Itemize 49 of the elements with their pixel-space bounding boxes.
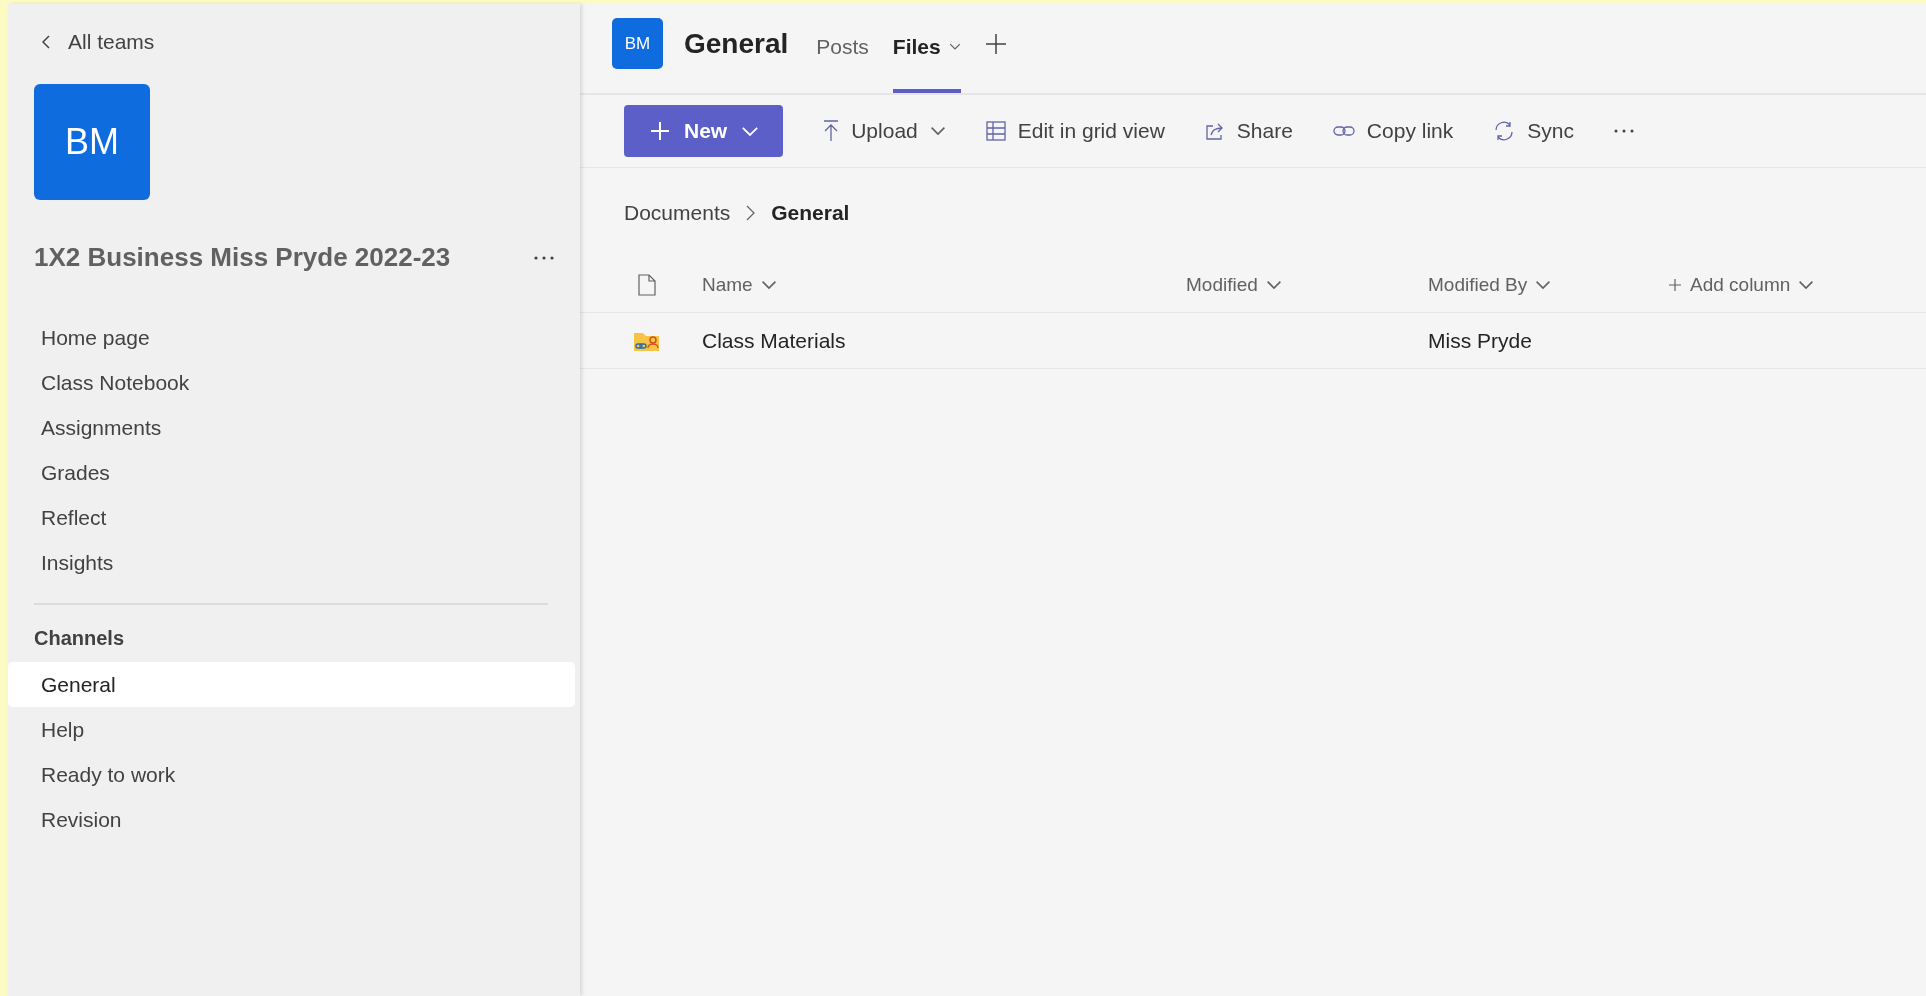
channel-title: General — [684, 27, 789, 60]
grid-button[interactable]: Edit in grid view — [985, 119, 1165, 143]
chevron-left-icon — [42, 35, 50, 49]
channel-item[interactable]: Help — [8, 707, 575, 752]
channel-item[interactable]: Ready to work — [8, 752, 575, 797]
breadcrumb-link[interactable]: Documents — [624, 201, 731, 225]
team-name: 1X2 Business Miss Pryde 2022-23 — [34, 242, 451, 273]
column-header[interactable]: Modified By — [1428, 274, 1552, 296]
back-link[interactable]: All teams — [42, 30, 155, 54]
nav-item[interactable]: Grades — [8, 450, 575, 495]
file-icon — [638, 274, 656, 296]
chevron-down-icon — [760, 280, 777, 290]
plus-icon — [650, 121, 670, 141]
tab[interactable]: Posts — [816, 4, 869, 93]
nav-item[interactable]: Class Notebook — [8, 360, 575, 405]
nav-item[interactable]: Assignments — [8, 405, 575, 450]
chevron-down-icon — [1798, 280, 1815, 290]
column-header[interactable]: Name — [702, 274, 777, 296]
sync-button[interactable]: Sync — [1493, 119, 1574, 143]
chevron-right-icon — [746, 205, 756, 221]
file-name[interactable]: Class Materials — [702, 328, 846, 353]
new-button[interactable]: New — [624, 105, 784, 157]
nav-item[interactable]: Insights — [8, 540, 575, 585]
more-icon[interactable] — [1613, 129, 1634, 133]
nav-item[interactable]: Home page — [8, 315, 575, 360]
tab[interactable]: Files — [892, 4, 961, 93]
share-icon — [1204, 122, 1225, 140]
column-header[interactable]: Modified — [1186, 274, 1282, 296]
channels-heading: Channels — [34, 627, 126, 650]
sync-icon — [1493, 121, 1516, 141]
channel-item[interactable]: General — [8, 662, 575, 707]
link-icon — [1332, 124, 1355, 138]
more-icon[interactable] — [534, 255, 554, 260]
chevron-down-icon — [1265, 280, 1282, 290]
channel-item[interactable]: Revision — [8, 797, 575, 842]
share-button[interactable]: Share — [1204, 119, 1293, 143]
plus-icon — [1668, 278, 1682, 292]
channel-avatar: BM — [612, 18, 663, 69]
upload-button[interactable]: Upload — [823, 119, 946, 143]
chevron-down-icon — [1535, 280, 1552, 290]
grid-icon — [985, 121, 1006, 141]
upload-icon — [823, 120, 840, 142]
breadcrumb-link[interactable]: General — [771, 201, 850, 225]
nav-item[interactable]: Reflect — [8, 495, 575, 540]
plus-icon[interactable] — [984, 32, 1007, 55]
column-header[interactable]: Add column — [1668, 274, 1815, 296]
modified-by: Miss Pryde — [1428, 328, 1532, 353]
link-button[interactable]: Copy link — [1332, 119, 1454, 143]
team-avatar: BM — [34, 84, 150, 200]
